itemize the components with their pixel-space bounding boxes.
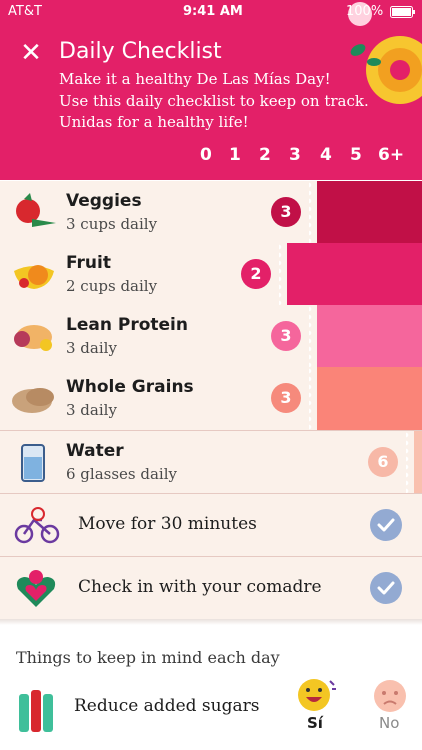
item-title: Lean Protein — [66, 315, 188, 335]
item-subtitle: 6 glasses daily — [66, 465, 178, 483]
bar-edge — [309, 367, 317, 430]
soda-bottles-icon — [19, 690, 53, 732]
item-title: Veggies — [66, 191, 142, 211]
count-badge: 3 — [271, 321, 301, 351]
checklist-item-water[interactable]: Water 6 glasses daily 6 — [0, 431, 422, 494]
section-divider — [0, 619, 422, 625]
task-comadre[interactable]: Check in with your comadre — [0, 557, 422, 620]
item-title: Whole Grains — [66, 377, 194, 397]
count-badge: 3 — [271, 383, 301, 413]
task-move[interactable]: Move for 30 minutes — [0, 494, 422, 557]
heart-flower-icon — [16, 570, 56, 607]
task-check-button[interactable] — [370, 572, 402, 604]
item-title: Fruit — [66, 253, 111, 273]
progress-bar — [317, 305, 422, 367]
task-label: Check in with your comadre — [78, 577, 322, 597]
happy-face-icon[interactable] — [296, 677, 336, 713]
battery-icon — [390, 6, 415, 18]
battery-percent: 100% — [346, 4, 384, 19]
no-label: No — [379, 714, 400, 732]
header-line-3: Unidas for a healthy life! — [59, 113, 249, 131]
water-icon — [21, 444, 45, 482]
scale-label: 0 — [200, 145, 212, 165]
bar-edge — [406, 431, 414, 493]
whole-grains-icon — [12, 388, 54, 413]
checklist-item-whole-grains[interactable]: Whole Grains 3 daily 3 — [0, 367, 422, 431]
count-badge: 2 — [241, 259, 271, 289]
scale-label: 6+ — [378, 145, 405, 165]
sad-face-icon[interactable] — [372, 678, 408, 714]
bicycle-icon — [14, 507, 60, 544]
lean-protein-icon — [14, 325, 52, 351]
item-subtitle: 3 daily — [66, 401, 117, 419]
scale-label: 2 — [259, 145, 271, 165]
checklist-item-lean-protein[interactable]: Lean Protein 3 daily 3 — [0, 305, 422, 368]
fruit-icon — [14, 265, 54, 289]
yes-label: Sí — [307, 714, 323, 732]
bar-edge — [279, 243, 287, 305]
item-title: Water — [66, 441, 124, 461]
check-icon — [377, 581, 395, 595]
page-title: Daily Checklist — [59, 39, 222, 64]
item-subtitle: 3 cups daily — [66, 215, 158, 233]
carrier: AT&T — [8, 4, 42, 19]
task-check-button[interactable] — [370, 509, 402, 541]
checklist-item-fruit[interactable]: Fruit 2 cups daily 2 — [0, 243, 422, 306]
bar-edge — [309, 305, 317, 367]
header-line-1: Make it a healthy De Las Mías Day! — [59, 70, 331, 88]
scale-label: 1 — [229, 145, 241, 165]
item-subtitle: 2 cups daily — [66, 277, 158, 295]
bar-edge — [309, 181, 317, 243]
scale-label: 3 — [289, 145, 301, 165]
header: ✕ Daily Checklist Make it a healthy De L… — [0, 0, 422, 180]
progress-bar — [317, 181, 422, 243]
count-badge: 3 — [271, 197, 301, 227]
header-line-2: Use this daily checklist to keep on trac… — [59, 92, 369, 110]
status-bar: AT&T 9:41 AM 100% — [0, 0, 422, 24]
item-subtitle: 3 daily — [66, 339, 117, 357]
close-button[interactable]: ✕ — [18, 40, 44, 66]
tips-title: Things to keep in mind each day — [16, 648, 280, 667]
progress-bar — [317, 367, 422, 430]
progress-bar — [414, 431, 422, 493]
scale-label: 5 — [350, 145, 362, 165]
veggies-icon — [16, 193, 56, 227]
tip-label: Reduce added sugars — [74, 696, 260, 716]
progress-bar — [287, 243, 422, 305]
task-label: Move for 30 minutes — [78, 514, 257, 534]
scale-label: 4 — [320, 145, 332, 165]
clock: 9:41 AM — [183, 4, 243, 19]
checklist-item-veggies[interactable]: Veggies 3 cups daily 3 — [0, 181, 422, 244]
count-badge: 6 — [368, 447, 398, 477]
check-icon — [377, 518, 395, 532]
